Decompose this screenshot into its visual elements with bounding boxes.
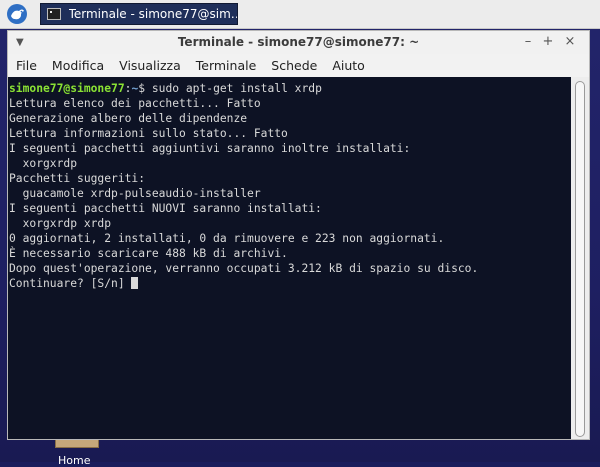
command-output: Lettura elenco dei pacchetti... Fatto Ge…: [9, 97, 479, 290]
window-title: Terminale - simone77@simone77: ~: [177, 35, 420, 49]
taskbar-terminal-label: Terminale - simone77@sim…: [68, 7, 237, 21]
desktop-home-label[interactable]: Home: [58, 454, 90, 467]
menu-aiuto[interactable]: Aiuto: [332, 58, 365, 73]
terminal-window: ▼ Terminale - simone77@simone77: ~ – + ×…: [7, 30, 590, 440]
menu-visualizza[interactable]: Visualizza: [119, 58, 181, 73]
menu-schede[interactable]: Schede: [271, 58, 317, 73]
prompt-user: simone77@simone77: [9, 82, 125, 95]
menu-file[interactable]: File: [16, 58, 37, 73]
minimize-button[interactable]: –: [520, 34, 536, 49]
terminal-scrollbar[interactable]: [571, 77, 589, 439]
terminal-icon: [47, 8, 61, 20]
command-text: sudo apt-get install xrdp: [151, 82, 322, 95]
text-cursor: [131, 277, 139, 289]
terminal-output: simone77@simone77:~$ sudo apt-get instal…: [9, 81, 478, 291]
close-button[interactable]: ×: [562, 34, 578, 49]
top-panel: Terminale - simone77@sim…: [0, 0, 600, 29]
menubar: File Modifica Visualizza Terminale Sched…: [8, 54, 589, 76]
terminal-area[interactable]: simone77@simone77:~$ sudo apt-get instal…: [8, 77, 571, 439]
taskbar-terminal-button[interactable]: Terminale - simone77@sim…: [40, 3, 238, 25]
window-titlebar[interactable]: ▼ Terminale - simone77@simone77: ~ – + ×: [8, 31, 589, 54]
whisker-menu-icon[interactable]: [6, 3, 28, 25]
menu-terminale[interactable]: Terminale: [196, 58, 257, 73]
menu-modifica[interactable]: Modifica: [52, 58, 104, 73]
scrollbar-thumb[interactable]: [575, 81, 585, 437]
maximize-button[interactable]: +: [540, 34, 556, 49]
prompt-symbol: $: [138, 82, 152, 95]
